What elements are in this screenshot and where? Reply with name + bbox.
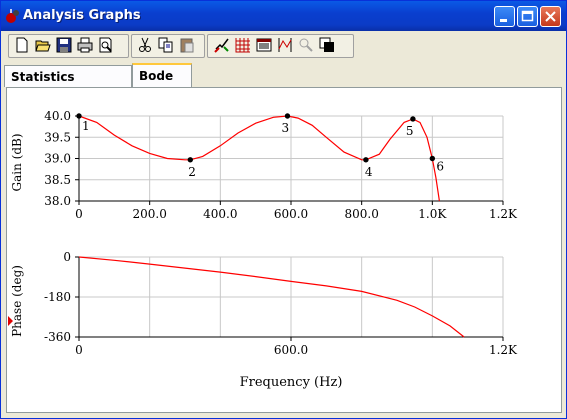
y-tick-label: 38.0: [44, 194, 71, 208]
maximize-button[interactable]: [517, 6, 538, 27]
marker-label: 2: [188, 165, 196, 179]
minimize-button[interactable]: [494, 6, 515, 27]
open-icon: [35, 40, 51, 52]
minimize-icon: [500, 19, 507, 22]
grid-button[interactable]: [233, 35, 253, 55]
x-tick-label: 800.0: [344, 207, 378, 221]
marker-point: [410, 116, 416, 122]
grid-icon: [235, 38, 250, 53]
properties-button[interactable]: [212, 35, 232, 55]
cut-icon: [139, 37, 151, 52]
marker-point: [76, 113, 82, 119]
title-bar[interactable]: Analysis Graphs: [1, 1, 566, 31]
window-title: Analysis Graphs: [23, 8, 141, 23]
marker-point: [284, 113, 291, 119]
maximize-icon: [521, 10, 534, 22]
print-button[interactable]: [75, 35, 95, 55]
y-tick-label: 0: [63, 250, 71, 264]
zoom-button[interactable]: [296, 35, 316, 55]
close-button[interactable]: [540, 6, 561, 27]
y-tick-label: -360: [44, 330, 71, 344]
x-tick-label: 1.0K: [418, 207, 447, 221]
x-tick-label: 1.2K: [489, 207, 518, 221]
x-tick-label: 600.0: [274, 343, 308, 357]
properties-icon: [214, 38, 229, 53]
marker-label: 1: [82, 119, 90, 133]
app-icon: [6, 9, 19, 23]
new-icon: [16, 37, 28, 53]
paste-icon: [180, 38, 194, 53]
x-tick-label: 0: [75, 207, 83, 221]
close-icon: [545, 11, 556, 22]
x-tick-label: 0: [75, 343, 83, 357]
cut-button[interactable]: [135, 35, 155, 55]
y-axis-label: Phase (deg): [10, 265, 24, 337]
marker-label: 3: [281, 121, 289, 135]
y-tick-label: -180: [44, 290, 71, 304]
x-tick-label: 600.0: [274, 207, 308, 221]
x-tick-label: 1.2K: [489, 343, 518, 357]
open-button[interactable]: [33, 35, 53, 55]
tab-statistics-analog[interactable]: Statistics [Analog]: [4, 65, 132, 106]
copy-graph-icon: [319, 37, 334, 52]
y-axis-label: Gain (dB): [10, 134, 24, 192]
y-tick-label: 40.0: [44, 109, 71, 123]
marker-point: [429, 155, 436, 162]
marker-point: [187, 157, 193, 163]
marker-label: 6: [436, 160, 444, 174]
table-button[interactable]: [254, 35, 274, 55]
x-axis-label: Frequency (Hz): [240, 375, 343, 390]
marker-point: [363, 157, 369, 163]
analysis-graphs-window: Analysis Graphs Statistics Bode 0 200.0 …: [0, 0, 567, 419]
x-tick-label: 400.0: [203, 207, 237, 221]
bode-chart: 0 200.0 400.0 600.0 800.0 1.0K 1.2K 40.0 39.5 39.…: [8, 109, 518, 390]
print-preview-icon: [99, 37, 112, 53]
new-button[interactable]: [12, 35, 32, 55]
y-tick-label: 39.0: [44, 152, 71, 166]
print-icon: [77, 37, 93, 53]
print-preview-button[interactable]: [96, 35, 116, 55]
zoom-icon: [299, 38, 313, 52]
y-tick-label: 38.5: [44, 173, 71, 187]
table-icon: [256, 38, 272, 52]
save-button[interactable]: [54, 35, 74, 55]
x-tick-label: 200.0: [132, 207, 166, 221]
paste-button[interactable]: [177, 35, 197, 55]
copy-graph-button[interactable]: [317, 35, 337, 55]
marker-label: 4: [365, 165, 373, 179]
marker-label: 5: [406, 124, 414, 138]
save-icon: [56, 37, 72, 53]
cursor-icon: [278, 38, 292, 52]
tab-bode[interactable]: Bode: [132, 63, 192, 88]
cursor-button[interactable]: [275, 35, 295, 55]
copy-icon: [158, 37, 173, 53]
copy-button[interactable]: [156, 35, 176, 55]
toolbar: [5, 34, 565, 60]
y-tick-label: 39.5: [44, 130, 71, 144]
